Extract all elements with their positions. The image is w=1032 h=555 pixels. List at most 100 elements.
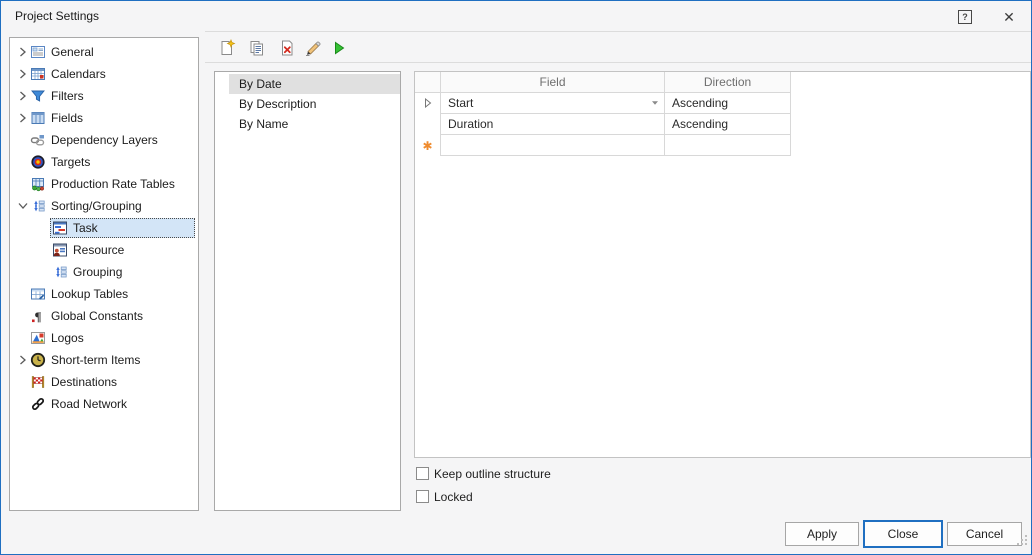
row-selector-header [415,72,441,93]
close-dialog-button[interactable]: Close [863,520,943,548]
form-icon [30,44,46,60]
sidebar-item-general[interactable]: General [10,41,198,63]
apply-button[interactable]: Apply [785,522,859,546]
checkered-flag-icon [30,374,46,390]
list-item-by-date[interactable]: By Date [229,74,400,94]
sidebar-item-label: Road Network [51,397,127,411]
sidebar-item-targets[interactable]: Targets [10,151,198,173]
sidebar-item-label: Targets [51,155,90,169]
table-row-new: ✱ [415,135,791,156]
direction-cell[interactable]: Ascending [665,114,791,135]
sidebar-item-label: Logos [51,331,84,345]
sidebar-item-sorting-grouping[interactable]: Sorting/Grouping [10,195,198,217]
task-gantt-icon [52,220,68,236]
filter-icon [30,88,46,104]
run-icon [330,39,348,62]
sidebar-item-logos[interactable]: Logos [10,327,198,349]
sidebar-item-road-network[interactable]: Road Network [10,393,198,415]
sidebar-item-label: Short-term Items [51,353,140,367]
locked-checkbox[interactable] [416,490,429,503]
sort-scheme-list: By Date By Description By Name [214,71,401,511]
keep-outline-structure-option[interactable]: Keep outline structure [416,466,551,481]
lookup-table-icon [30,286,46,302]
delete-button[interactable] [275,38,299,62]
chevron-right-icon[interactable] [15,113,30,123]
delete-icon [278,39,296,62]
sidebar-item-label: Destinations [51,375,117,389]
chevron-right-icon[interactable] [15,69,30,79]
locked-option[interactable]: Locked [416,489,473,504]
list-item-by-description[interactable]: By Description [229,94,400,114]
titlebar-divider [205,31,1031,32]
table-row: Duration Ascending [415,114,791,135]
project-settings-dialog: Project Settings ? ✕ General Calendars [0,0,1032,555]
sidebar-item-destinations[interactable]: Destinations [10,371,198,393]
resource-icon [52,242,68,258]
direction-cell[interactable]: Ascending [665,93,791,114]
field-cell[interactable]: Duration [441,114,665,135]
sidebar-item-fields[interactable]: Fields [10,107,198,129]
fields-icon [30,110,46,126]
dialog-title: Project Settings [15,9,99,23]
keep-outline-structure-checkbox[interactable] [416,467,429,480]
copy-button[interactable] [245,38,269,62]
close-icon: ✕ [1003,9,1015,26]
chevron-down-icon[interactable] [15,201,30,211]
pilcrow-icon: ¶ [30,308,46,324]
logos-image-icon [30,330,46,346]
sidebar-item-global-constants[interactable]: ¶ Global Constants [10,305,198,327]
cancel-button[interactable]: Cancel [947,522,1022,546]
dropdown-arrow-icon[interactable] [651,100,659,106]
new-row-marker-icon: ✱ [422,140,432,152]
help-button[interactable]: ? [958,10,972,24]
edit-icon [304,39,322,62]
list-item-by-name[interactable]: By Name [229,114,400,134]
field-cell[interactable] [441,135,665,156]
sidebar-item-filters[interactable]: Filters [10,85,198,107]
sorting-icon [30,198,46,214]
direction-cell[interactable] [665,135,791,156]
run-button[interactable] [327,38,351,62]
chevron-right-icon[interactable] [15,47,30,57]
toolbar-divider [205,62,1031,63]
sidebar-item-label: Resource [73,243,124,257]
chevron-right-icon[interactable] [15,91,30,101]
sidebar-item-label: Task [73,221,98,235]
sidebar-item-label: Dependency Layers [51,133,158,147]
row-selector[interactable]: ✱ [415,135,441,156]
sidebar-item-dependency-layers[interactable]: Dependency Layers [10,129,198,151]
clock-icon [30,352,46,368]
edit-button[interactable] [301,38,325,62]
checkbox-label: Locked [434,490,473,504]
sidebar-item-label: Filters [51,89,84,103]
sidebar-item-short-term-items[interactable]: Short-term Items [10,349,198,371]
table-row: Start Ascending [415,93,791,114]
new-item-button[interactable] [215,38,239,62]
sidebar-item-label: Production Rate Tables [51,177,175,191]
sidebar-item-task[interactable]: Task [10,217,198,239]
sidebar-item-production-rate-tables[interactable]: Production Rate Tables [10,173,198,195]
chain-link-icon [30,396,46,412]
selected-row-highlight[interactable]: Task [50,218,195,238]
sidebar-item-resource[interactable]: Resource [10,239,198,261]
sidebar-item-label: Grouping [73,265,122,279]
calendar-icon [30,66,46,82]
field-cell[interactable]: Start [441,93,665,114]
chevron-right-icon[interactable] [15,355,30,365]
grouping-icon [52,264,68,280]
column-header-field[interactable]: Field [441,72,665,93]
new-item-icon [218,39,236,62]
help-icon: ? [962,12,968,22]
row-selector[interactable] [415,93,441,114]
sidebar-item-grouping[interactable]: Grouping [10,261,198,283]
sidebar-item-lookup-tables[interactable]: Lookup Tables [10,283,198,305]
sidebar-item-label: Calendars [51,67,106,81]
sidebar-item-label: Global Constants [51,309,143,323]
resize-grip[interactable] [1016,533,1028,551]
sort-definition-panel: Field Direction Start Ascending Duration… [414,71,1031,458]
sidebar-item-calendars[interactable]: Calendars [10,63,198,85]
close-button[interactable]: ✕ [998,7,1020,27]
column-header-direction[interactable]: Direction [665,72,791,93]
dependency-icon [30,132,46,148]
row-selector[interactable] [415,114,441,135]
